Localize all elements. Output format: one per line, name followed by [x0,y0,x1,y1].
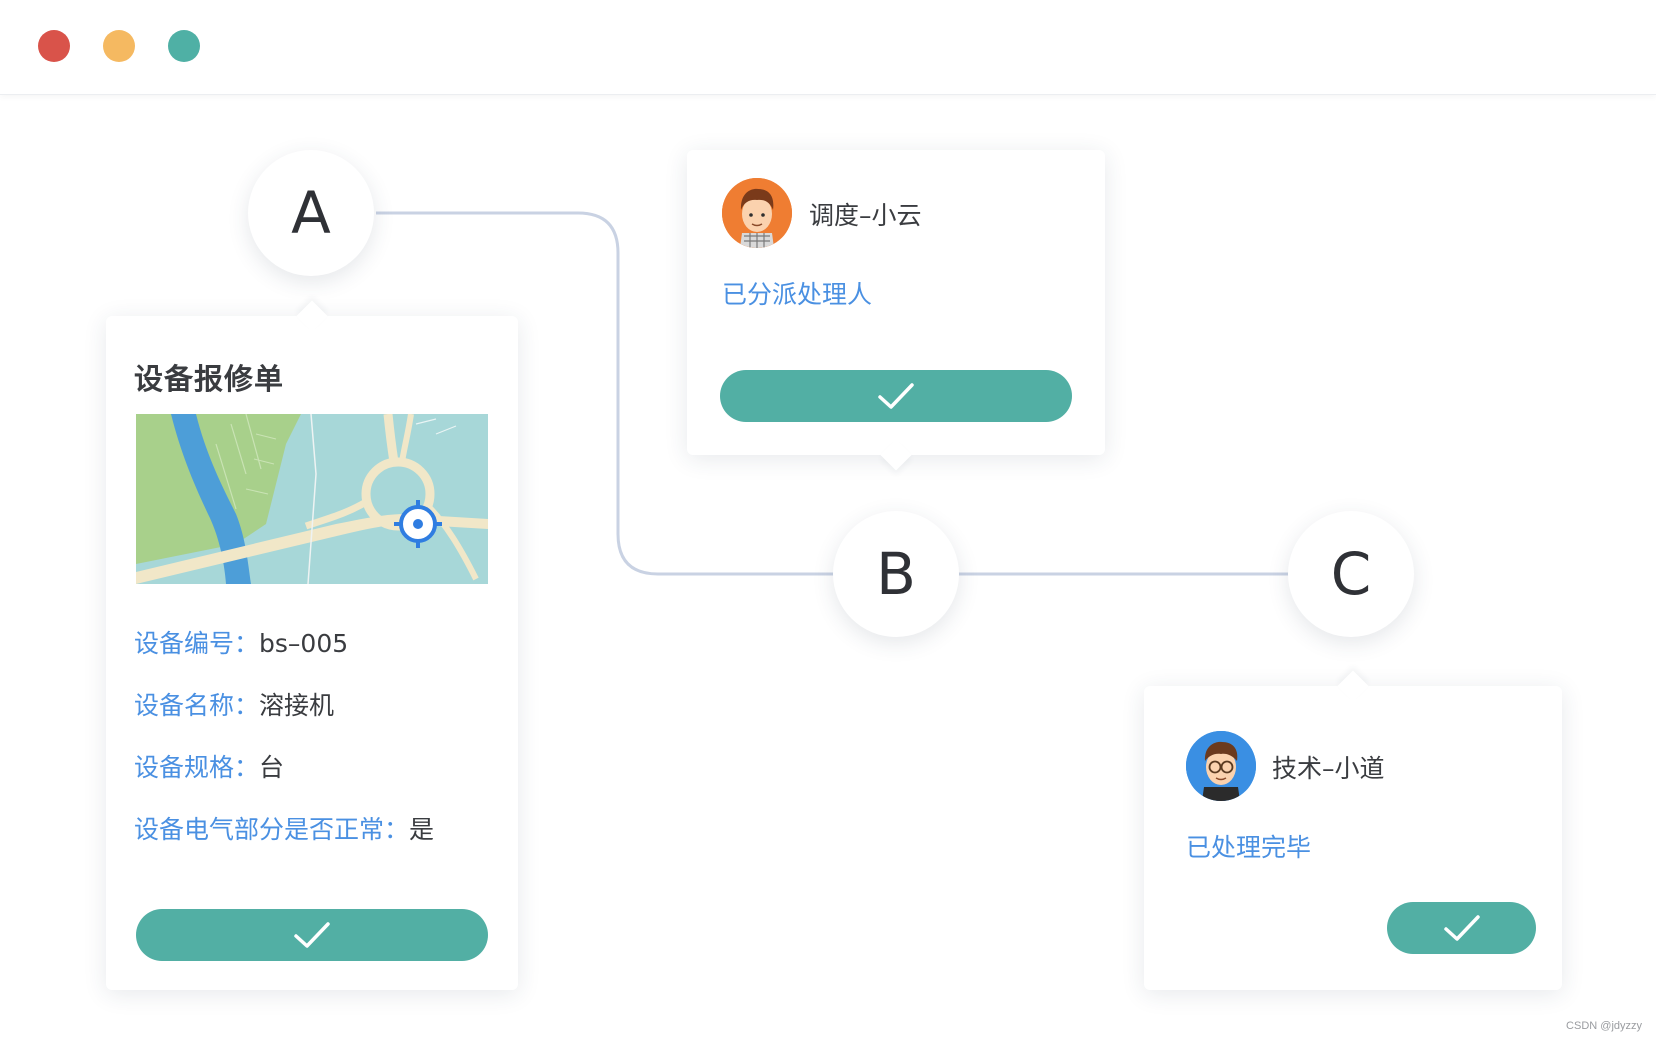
field-value: 台 [259,753,285,782]
technician-status: 已处理完毕 [1186,833,1312,862]
repair-order-card: 设备报修单 设备编号：bs–005 设备名称：溶接机 设备规格：台 设备电气部分… [106,316,518,990]
field-value: bs–005 [259,629,349,658]
app-window: A B C 设备报修单 设备编号：bs–005 设备名称：溶接机 设备规格：台 … [0,0,1656,1044]
avatar-image [722,178,792,248]
step-node-a-label: A [291,179,331,247]
field-label: 设备编号： [134,629,260,658]
confirm-button-b[interactable] [720,370,1072,422]
technician-name: 技术–小道 [1272,754,1385,783]
field-value: 是 [409,815,435,844]
field-label: 设备规格： [134,753,260,782]
card-title: 设备报修单 [134,362,285,396]
step-node-c[interactable]: C [1288,511,1414,637]
location-target-icon[interactable] [394,500,442,548]
dispatcher-card: 调度–小云 已分派处理人 [687,150,1105,455]
step-node-a[interactable]: A [248,150,374,276]
field-label: 设备电气部分是否正常： [134,815,410,844]
map-thumbnail[interactable] [136,414,488,584]
field-label: 设备名称： [134,691,260,720]
avatar-image [1186,731,1256,801]
check-icon [878,383,914,409]
step-node-b-label: B [876,540,916,608]
field-device-spec: 设备规格：台 [134,748,284,784]
confirm-button-a[interactable] [136,909,488,961]
field-device-id: 设备编号：bs–005 [134,624,348,660]
map-image [136,414,488,584]
check-icon [1443,915,1480,941]
check-icon [294,922,330,948]
technician-card: 技术–小道 已处理完毕 [1144,686,1562,990]
confirm-button-c[interactable] [1387,902,1536,954]
step-node-b[interactable]: B [833,511,959,637]
dispatcher-avatar [722,178,792,248]
dispatcher-name: 调度–小云 [809,201,922,230]
field-device-name: 设备名称：溶接机 [134,686,334,722]
field-electrical-ok: 设备电气部分是否正常：是 [134,810,434,846]
watermark: CSDN @jdyzzy [1566,1020,1642,1032]
technician-avatar [1186,731,1256,801]
step-node-c-label: C [1330,540,1372,608]
dispatcher-status: 已分派处理人 [722,280,873,309]
field-value: 溶接机 [259,691,335,720]
